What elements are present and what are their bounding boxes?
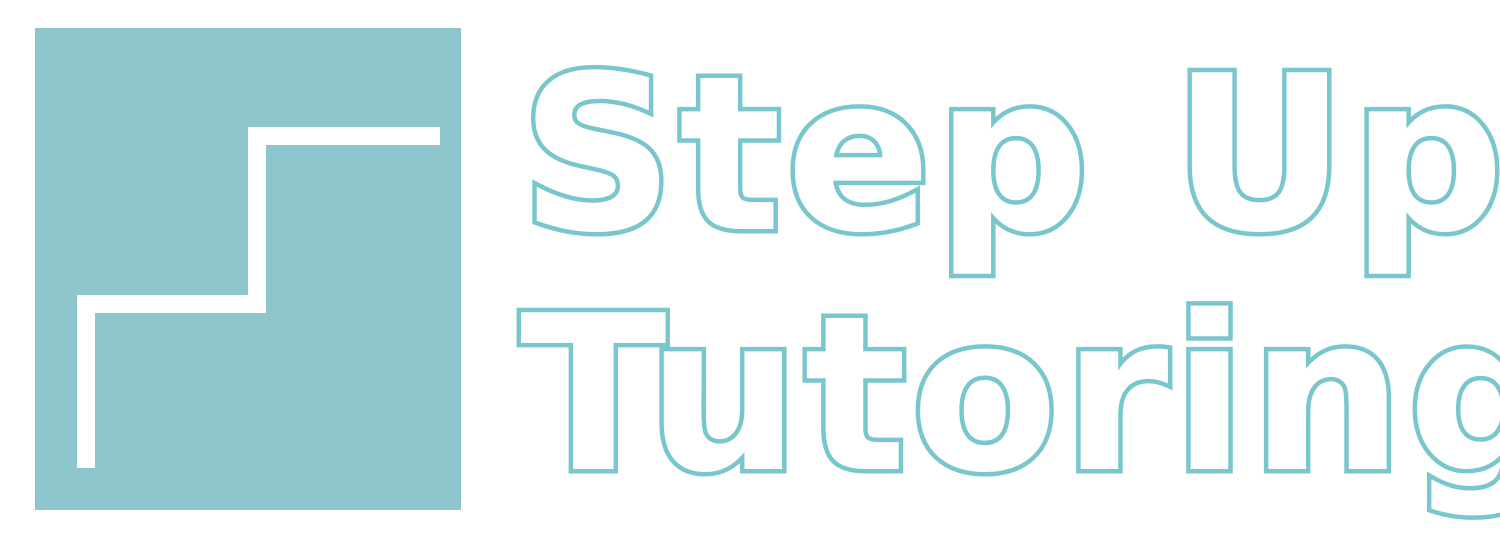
wordmark: Step Up Tutoring [516, 29, 1500, 520]
wordmark-line-2: Tutoring [516, 269, 1500, 520]
logo-mark [35, 28, 461, 510]
wordmark-line-1: Step Up [516, 29, 1500, 280]
stairs-icon [35, 28, 461, 510]
